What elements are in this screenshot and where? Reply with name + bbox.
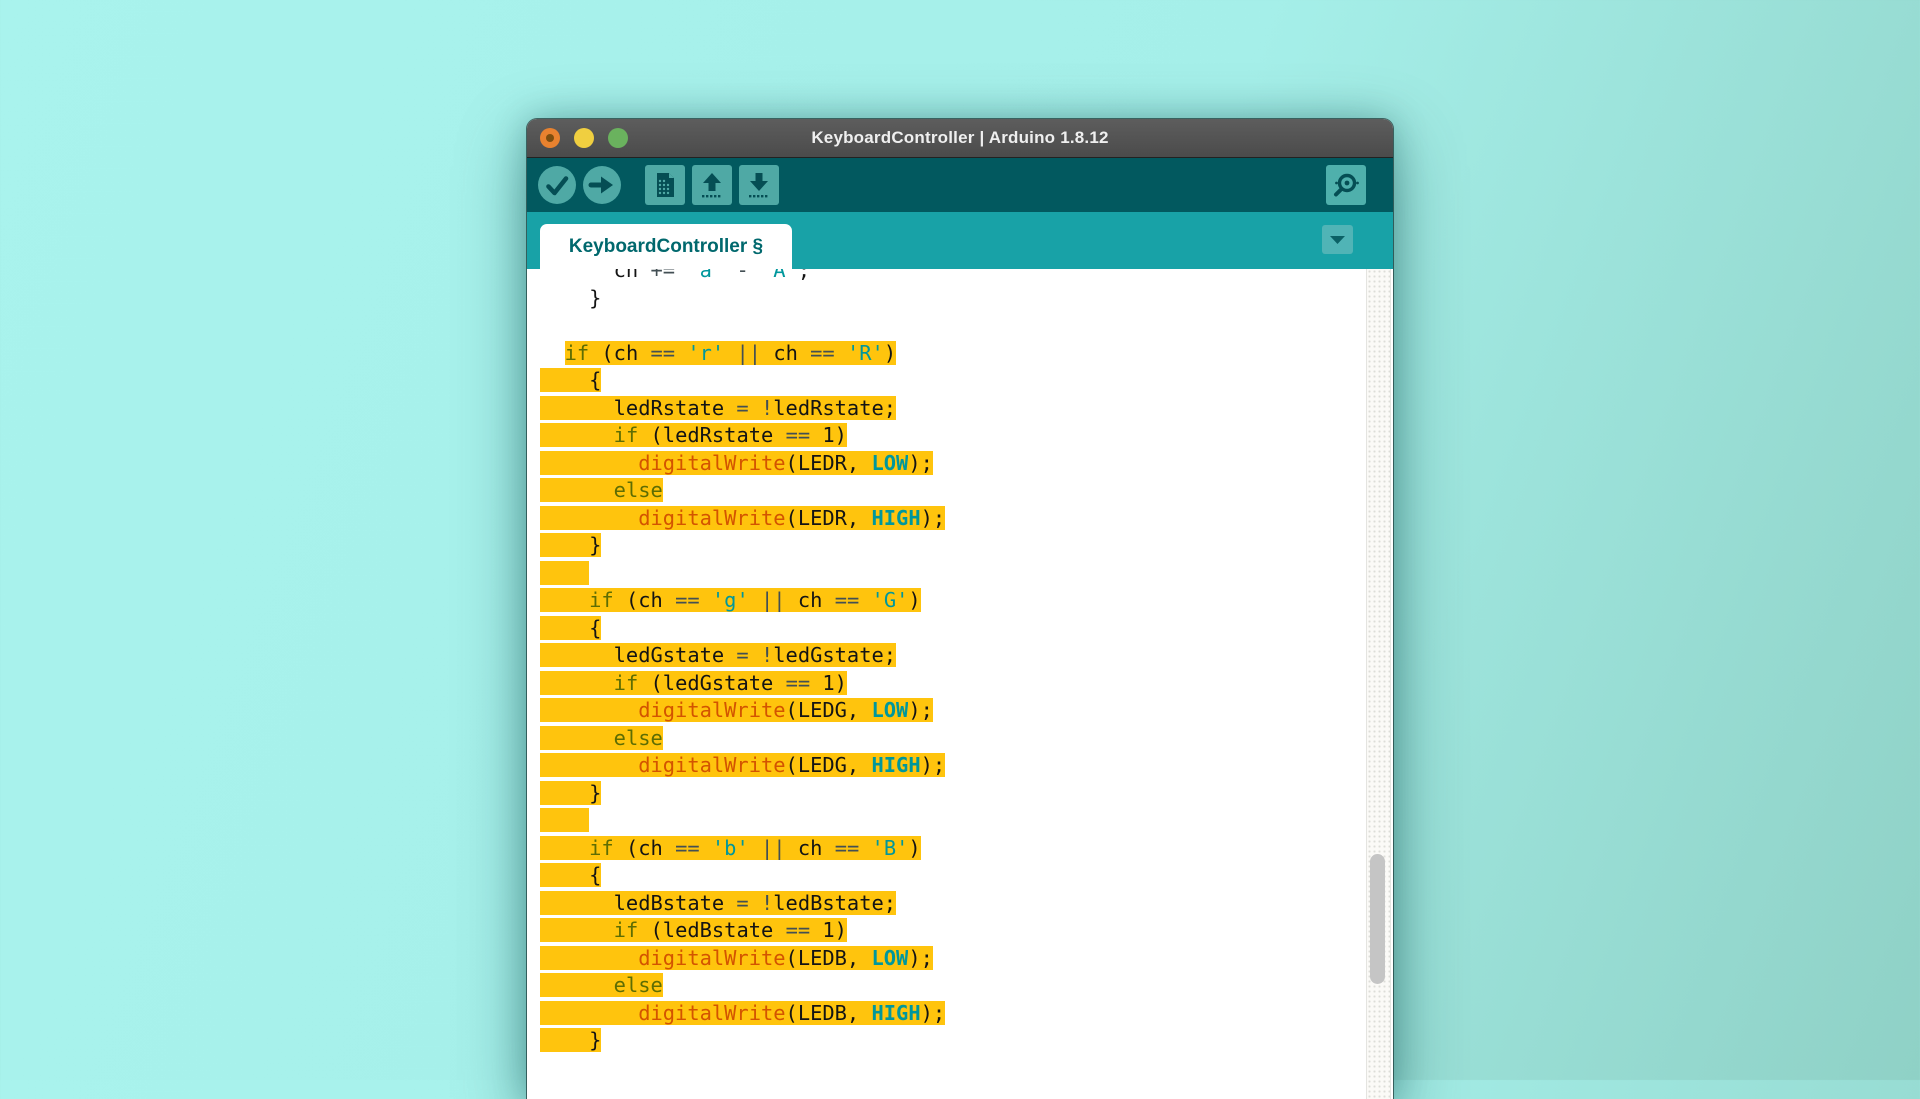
code-line: else	[540, 725, 1353, 753]
code-line: }	[540, 780, 1353, 808]
code-line: }	[540, 1027, 1353, 1055]
verify-button[interactable]	[537, 165, 577, 205]
tab-bar: KeyboardController §	[527, 212, 1393, 269]
code-line: else	[540, 972, 1353, 1000]
document-icon	[645, 165, 685, 205]
code-line: }	[540, 285, 1353, 313]
arduino-ide-window: KeyboardController | Arduino 1.8.12	[527, 119, 1393, 1099]
code-line: ledBstate = !ledBstate;	[540, 890, 1353, 918]
close-button[interactable]	[540, 128, 560, 148]
arrow-up-icon	[692, 165, 732, 205]
window-title: KeyboardController | Arduino 1.8.12	[527, 128, 1393, 148]
code-line: digitalWrite(LEDB, HIGH);	[540, 1000, 1353, 1028]
code-line: else	[540, 477, 1353, 505]
code-line: digitalWrite(LEDG, LOW);	[540, 697, 1353, 725]
code-line	[540, 560, 1353, 588]
tab-menu-button[interactable]	[1322, 225, 1353, 254]
scrollbar-track[interactable]	[1366, 269, 1391, 1099]
new-sketch-button[interactable]	[645, 165, 685, 205]
code-line: if (ch == 'g' || ch == 'G')	[540, 587, 1353, 615]
code-line	[540, 312, 1353, 340]
arrow-right-icon	[582, 165, 622, 205]
code-line: ledRstate = !ledRstate;	[540, 395, 1353, 423]
title-bar[interactable]: KeyboardController | Arduino 1.8.12	[527, 119, 1393, 158]
code-editor[interactable]: ch += 'a' - 'A'; } if (ch == 'r' || ch =…	[527, 269, 1393, 1099]
traffic-lights	[540, 119, 628, 157]
open-sketch-button[interactable]	[692, 165, 732, 205]
zoom-button[interactable]	[608, 128, 628, 148]
code-line: {	[540, 367, 1353, 395]
chevron-down-icon	[1322, 225, 1353, 254]
code-line: {	[540, 862, 1353, 890]
code-line: digitalWrite(LEDG, HIGH);	[540, 752, 1353, 780]
code-line: if (ch == 'b' || ch == 'B')	[540, 835, 1353, 863]
code-line: ch += 'a' - 'A';	[540, 269, 1353, 285]
code-area: ch += 'a' - 'A'; } if (ch == 'r' || ch =…	[540, 269, 1353, 1055]
code-line: digitalWrite(LEDR, LOW);	[540, 450, 1353, 478]
tab-keyboardcontroller[interactable]: KeyboardController §	[540, 224, 792, 269]
save-sketch-button[interactable]	[739, 165, 779, 205]
code-line: {	[540, 615, 1353, 643]
minimize-button[interactable]	[574, 128, 594, 148]
code-line: digitalWrite(LEDB, LOW);	[540, 945, 1353, 973]
code-line: if (ledRstate == 1)	[540, 422, 1353, 450]
scrollbar-thumb[interactable]	[1370, 854, 1385, 984]
code-line: if (ch == 'r' || ch == 'R')	[540, 340, 1353, 368]
code-line: if (ledBstate == 1)	[540, 917, 1353, 945]
code-line: }	[540, 532, 1353, 560]
code-line: if (ledGstate == 1)	[540, 670, 1353, 698]
code-line	[540, 807, 1353, 835]
upload-button[interactable]	[582, 165, 622, 205]
magnifier-icon	[1326, 165, 1366, 205]
toolbar	[527, 158, 1393, 212]
arrow-down-icon	[739, 165, 779, 205]
tab-label: KeyboardController §	[569, 236, 763, 258]
serial-monitor-button[interactable]	[1326, 165, 1366, 205]
code-line: ledGstate = !ledGstate;	[540, 642, 1353, 670]
code-line: digitalWrite(LEDR, HIGH);	[540, 505, 1353, 533]
check-icon	[537, 165, 577, 205]
